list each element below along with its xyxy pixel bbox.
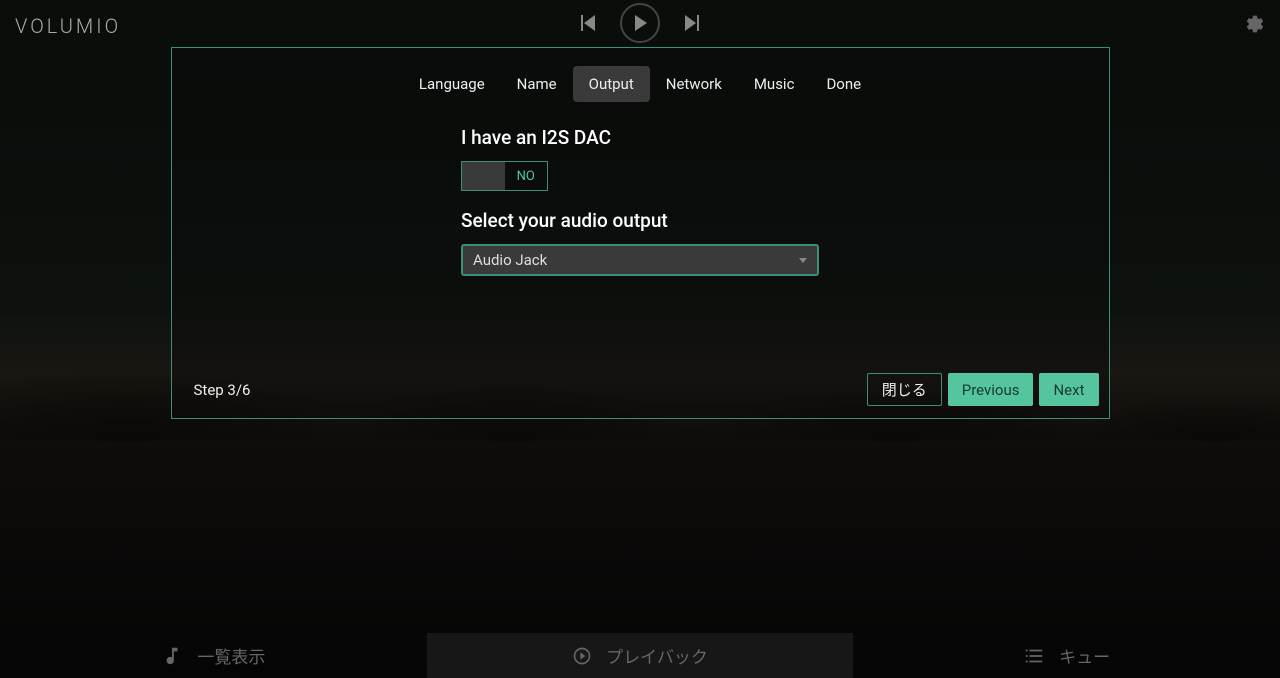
skip-back-icon [581, 15, 595, 31]
wizard-body: I have an I2S DAC NO Select your audio o… [172, 116, 1109, 361]
tab-done[interactable]: Done [810, 66, 877, 102]
skip-forward-icon [685, 15, 699, 31]
play-button[interactable] [620, 3, 660, 43]
wizard-tabs: Language Name Output Network Music Done [172, 48, 1109, 116]
bottom-tab-playback-label: プレイバック [606, 643, 708, 668]
i2s-dac-toggle[interactable]: NO [461, 161, 548, 191]
music-note-icon [161, 645, 183, 667]
settings-button[interactable] [1245, 14, 1265, 38]
toggle-off-side [462, 162, 505, 190]
i2s-dac-field: I have an I2S DAC NO [461, 126, 819, 191]
next-track-button[interactable] [685, 15, 699, 31]
toggle-value: NO [505, 162, 548, 190]
wizard-footer: Step 3/6 閉じる Previous Next [172, 361, 1109, 418]
previous-button[interactable]: Previous [948, 373, 1034, 406]
tab-name[interactable]: Name [501, 66, 573, 102]
tab-network[interactable]: Network [650, 66, 738, 102]
tab-language[interactable]: Language [403, 66, 501, 102]
audio-output-select[interactable]: Audio Jack [461, 244, 819, 276]
audio-output-label: Select your audio output [461, 209, 819, 232]
bottom-tab-playback[interactable]: プレイバック [427, 633, 854, 678]
bottom-tab-browse-label: 一覧表示 [197, 643, 265, 668]
bottom-tab-queue-label: キュー [1059, 643, 1110, 668]
tab-music[interactable]: Music [738, 66, 811, 102]
list-icon [1023, 645, 1045, 667]
previous-track-button[interactable] [581, 15, 595, 31]
audio-output-field: Select your audio output Audio Jack [461, 209, 819, 276]
player-controls [581, 3, 699, 43]
close-button[interactable]: 閉じる [867, 373, 942, 406]
bottom-bar: 一覧表示 プレイバック キュー [0, 633, 1280, 678]
setup-wizard: Language Name Output Network Music Done … [171, 47, 1110, 419]
tab-output[interactable]: Output [573, 66, 650, 102]
next-button[interactable]: Next [1039, 373, 1098, 406]
i2s-dac-label: I have an I2S DAC [461, 126, 819, 149]
audio-output-value: Audio Jack [473, 251, 547, 269]
play-circle-icon [572, 646, 592, 666]
step-indicator: Step 3/6 [194, 381, 251, 399]
top-bar: VOLUMIO [0, 0, 1280, 45]
bottom-tab-queue[interactable]: キュー [853, 633, 1280, 678]
app-logo: VOLUMIO [15, 14, 121, 38]
play-icon [633, 15, 647, 31]
bottom-tab-browse[interactable]: 一覧表示 [0, 633, 427, 678]
gear-icon [1245, 14, 1265, 34]
chevron-down-icon [799, 258, 807, 263]
